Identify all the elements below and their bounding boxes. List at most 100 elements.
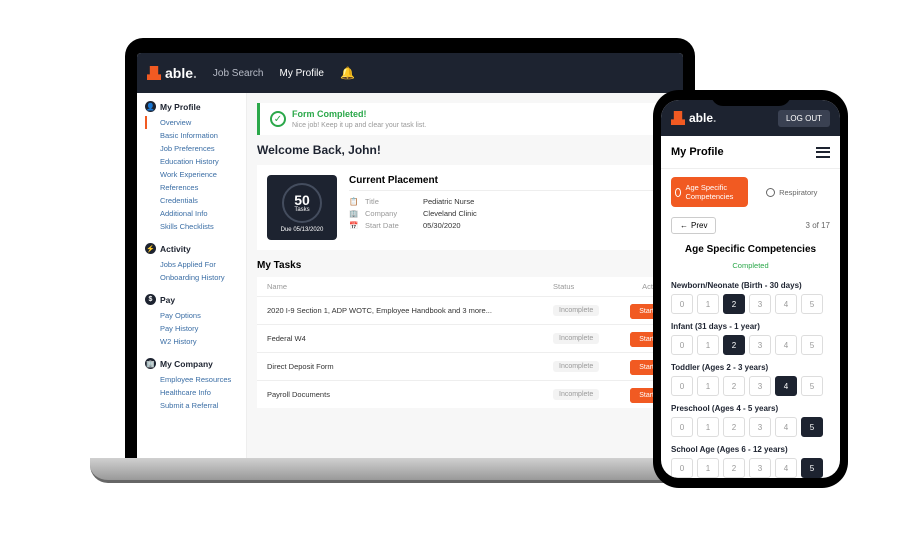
- logo-icon: [147, 66, 161, 80]
- scale-option[interactable]: 1: [697, 335, 719, 355]
- scale-option[interactable]: 5: [801, 417, 823, 437]
- main-content: ✓ Form Completed! Nice job! Keep it up a…: [247, 93, 683, 458]
- phone-mockup: able. LOG OUT My Profile Age Specific Co…: [653, 90, 848, 488]
- scale-row: Preschool (Ages 4 - 5 years) 012345: [671, 404, 830, 437]
- scale-option[interactable]: 0: [671, 417, 693, 437]
- placement-title: Current Placement: [349, 175, 663, 191]
- scale-option[interactable]: 3: [749, 335, 771, 355]
- scale-option[interactable]: 2: [723, 417, 745, 437]
- status-pill: Incomplete: [553, 333, 599, 344]
- sidebar-item-overview[interactable]: Overview: [145, 116, 238, 129]
- tasks-table: Name Status Action 2020 I-9 Section 1, A…: [257, 277, 673, 408]
- scale-row: Newborn/Neonate (Birth - 30 days) 012345: [671, 281, 830, 314]
- sidebar-head-pay[interactable]: $ Pay: [145, 294, 238, 305]
- scale-option[interactable]: 4: [775, 335, 797, 355]
- nav-my-profile[interactable]: My Profile: [280, 68, 324, 79]
- success-banner: ✓ Form Completed! Nice job! Keep it up a…: [257, 103, 673, 135]
- profile-icon: 👤: [145, 101, 156, 112]
- prev-button[interactable]: ← Prev: [671, 217, 716, 234]
- sidebar-item-work[interactable]: Work Experience: [145, 168, 238, 181]
- sidebar-head-profile[interactable]: 👤 My Profile: [145, 101, 238, 112]
- sidebar-item-referral[interactable]: Submit a Referral: [145, 399, 238, 412]
- sidebar-item-resources[interactable]: Employee Resources: [145, 373, 238, 386]
- scale-label: Newborn/Neonate (Birth - 30 days): [671, 281, 830, 290]
- scale-option[interactable]: 3: [749, 376, 771, 396]
- logout-button[interactable]: LOG OUT: [778, 110, 830, 127]
- scale-option[interactable]: 2: [723, 376, 745, 396]
- menu-icon[interactable]: [816, 147, 830, 158]
- arrow-left-icon: ←: [680, 221, 688, 230]
- mobile-logo[interactable]: able.: [671, 111, 716, 125]
- scale-row: Toddler (Ages 2 - 3 years)012345: [671, 363, 830, 396]
- status-pill: Incomplete: [553, 389, 599, 400]
- scale-option[interactable]: 5: [801, 294, 823, 314]
- scale-option[interactable]: 2: [723, 335, 745, 355]
- sidebar-item-creds[interactable]: Credentials: [145, 194, 238, 207]
- scale-option[interactable]: 2: [723, 458, 745, 478]
- status-pill: Incomplete: [553, 305, 599, 316]
- logo-icon: [671, 111, 685, 125]
- scale-option[interactable]: 0: [671, 376, 693, 396]
- scale-option[interactable]: 0: [671, 458, 693, 478]
- placement-card: 50 Tasks Due 05/13/2020 Current Placemen…: [257, 165, 673, 250]
- mobile-page-title: My Profile: [671, 146, 724, 158]
- sidebar-item-education[interactable]: Education History: [145, 155, 238, 168]
- task-row: 2020 I-9 Section 1, ADP WOTC, Employee H…: [257, 296, 673, 324]
- sidebar-head-company[interactable]: 🏢 My Company: [145, 358, 238, 369]
- scale-option[interactable]: 5: [801, 458, 823, 478]
- scale-option[interactable]: 1: [697, 294, 719, 314]
- scale-row: School Age (Ages 6 - 12 years) 012345: [671, 445, 830, 478]
- scale-option[interactable]: 0: [671, 335, 693, 355]
- desktop-header: able. Job Search My Profile 🔔: [137, 53, 683, 93]
- scale-option[interactable]: 5: [801, 376, 823, 396]
- sidebar-head-activity[interactable]: ⚡ Activity: [145, 243, 238, 254]
- section-status: Completed: [732, 261, 768, 270]
- sidebar-item-prefs[interactable]: Job Preferences: [145, 142, 238, 155]
- section-title: Age Specific Competencies: [661, 244, 840, 255]
- pager-text: 3 of 17: [806, 221, 830, 230]
- scale-option[interactable]: 0: [671, 294, 693, 314]
- sidebar: 👤 My Profile Overview Basic Information …: [137, 93, 247, 458]
- sidebar-item-payopt[interactable]: Pay Options: [145, 309, 238, 322]
- sidebar-item-refs[interactable]: References: [145, 181, 238, 194]
- tasks-count: 50: [294, 193, 310, 207]
- task-row: Federal W4 Incomplete Start: [257, 324, 673, 352]
- activity-icon: ⚡: [145, 243, 156, 254]
- th-status: Status: [553, 282, 623, 291]
- sidebar-item-basic[interactable]: Basic Information: [145, 129, 238, 142]
- notifications-icon[interactable]: 🔔: [340, 66, 355, 80]
- brand-logo[interactable]: able.: [147, 65, 197, 81]
- checkmark-icon: ✓: [270, 111, 286, 127]
- scale-option[interactable]: 4: [775, 376, 797, 396]
- sidebar-item-addl[interactable]: Additional Info: [145, 207, 238, 220]
- welcome-heading: Welcome Back, John!: [257, 143, 673, 157]
- scale-option[interactable]: 4: [775, 458, 797, 478]
- company-icon: 🏢: [145, 358, 156, 369]
- scale-option[interactable]: 1: [697, 417, 719, 437]
- sidebar-item-health[interactable]: Healthcare Info: [145, 386, 238, 399]
- scale-option[interactable]: 3: [749, 294, 771, 314]
- scale-label: Preschool (Ages 4 - 5 years): [671, 404, 830, 413]
- nav-job-search[interactable]: Job Search: [213, 68, 264, 79]
- task-row: Payroll Documents Incomplete Start: [257, 380, 673, 408]
- scale-option[interactable]: 1: [697, 376, 719, 396]
- scale-label: Infant (31 days - 1 year): [671, 322, 830, 331]
- scale-label: School Age (Ages 6 - 12 years): [671, 445, 830, 454]
- sidebar-item-applied[interactable]: Jobs Applied For: [145, 258, 238, 271]
- tab-respiratory[interactable]: Respiratory: [754, 177, 831, 207]
- scale-option[interactable]: 3: [749, 458, 771, 478]
- sidebar-item-w2[interactable]: W2 History: [145, 335, 238, 348]
- scale-option[interactable]: 2: [723, 294, 745, 314]
- scale-option[interactable]: 1: [697, 458, 719, 478]
- brand-text: able: [165, 65, 193, 81]
- sidebar-item-skills[interactable]: Skills Checklists: [145, 220, 238, 233]
- banner-title: Form Completed!: [292, 109, 426, 119]
- radio-icon: [675, 188, 681, 197]
- scale-option[interactable]: 4: [775, 294, 797, 314]
- scale-option[interactable]: 3: [749, 417, 771, 437]
- scale-option[interactable]: 4: [775, 417, 797, 437]
- sidebar-item-payhist[interactable]: Pay History: [145, 322, 238, 335]
- scale-option[interactable]: 5: [801, 335, 823, 355]
- tab-competencies[interactable]: Age Specific Competencies: [671, 177, 748, 207]
- sidebar-item-onboarding[interactable]: Onboarding History: [145, 271, 238, 284]
